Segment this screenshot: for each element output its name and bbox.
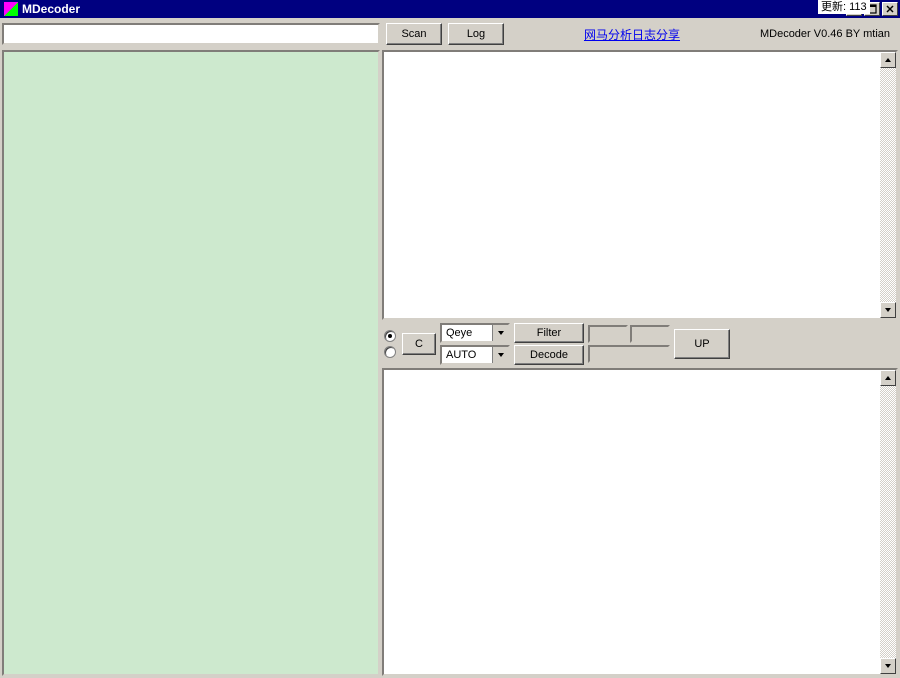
filter-button[interactable]: Filter	[514, 323, 584, 343]
scroll-track[interactable]	[880, 386, 896, 658]
chevron-down-icon[interactable]	[492, 347, 508, 363]
engine-select-value: Qeye	[446, 327, 472, 339]
status-box-1	[588, 325, 628, 343]
title-bar: MDecoder	[0, 0, 900, 18]
app-icon	[4, 2, 18, 16]
scroll-up-icon[interactable]	[880, 52, 896, 68]
share-link[interactable]: 网马分析日志分享	[584, 28, 680, 42]
scrollbar-bottom[interactable]	[880, 370, 896, 674]
close-button[interactable]	[882, 2, 898, 16]
scroll-down-icon[interactable]	[880, 302, 896, 318]
radio-option-1[interactable]	[384, 330, 396, 342]
mode-select-value: AUTO	[446, 349, 476, 361]
left-list-panel[interactable]	[2, 50, 380, 676]
up-button[interactable]: UP	[674, 329, 730, 359]
output-pane-bottom[interactable]	[382, 368, 898, 676]
scrollbar-top[interactable]	[880, 52, 896, 318]
status-box-2	[630, 325, 670, 343]
chevron-down-icon[interactable]	[492, 325, 508, 341]
top-toolbar: Scan Log 网马分析日志分享 MDecoder V0.46 BY mtia…	[382, 20, 898, 48]
scan-button[interactable]: Scan	[386, 23, 442, 45]
mode-select[interactable]: AUTO	[440, 345, 510, 365]
status-box-3	[588, 345, 670, 363]
version-label: MDecoder V0.46 BY mtian	[760, 28, 890, 40]
scroll-up-icon[interactable]	[880, 370, 896, 386]
radio-option-2[interactable]	[384, 346, 396, 358]
update-label: 更新: 113	[818, 0, 870, 14]
url-input[interactable]	[2, 23, 380, 45]
scroll-track[interactable]	[880, 68, 896, 302]
scroll-down-icon[interactable]	[880, 658, 896, 674]
log-button[interactable]: Log	[448, 23, 504, 45]
output-pane-top[interactable]	[382, 50, 898, 320]
decode-button[interactable]: Decode	[514, 345, 584, 365]
right-area: C Qeye AUTO Filter Decode	[382, 50, 898, 676]
engine-select[interactable]: Qeye	[440, 323, 510, 343]
c-button[interactable]: C	[402, 333, 436, 355]
window-title: MDecoder	[22, 2, 80, 16]
control-strip: C Qeye AUTO Filter Decode	[382, 322, 898, 366]
